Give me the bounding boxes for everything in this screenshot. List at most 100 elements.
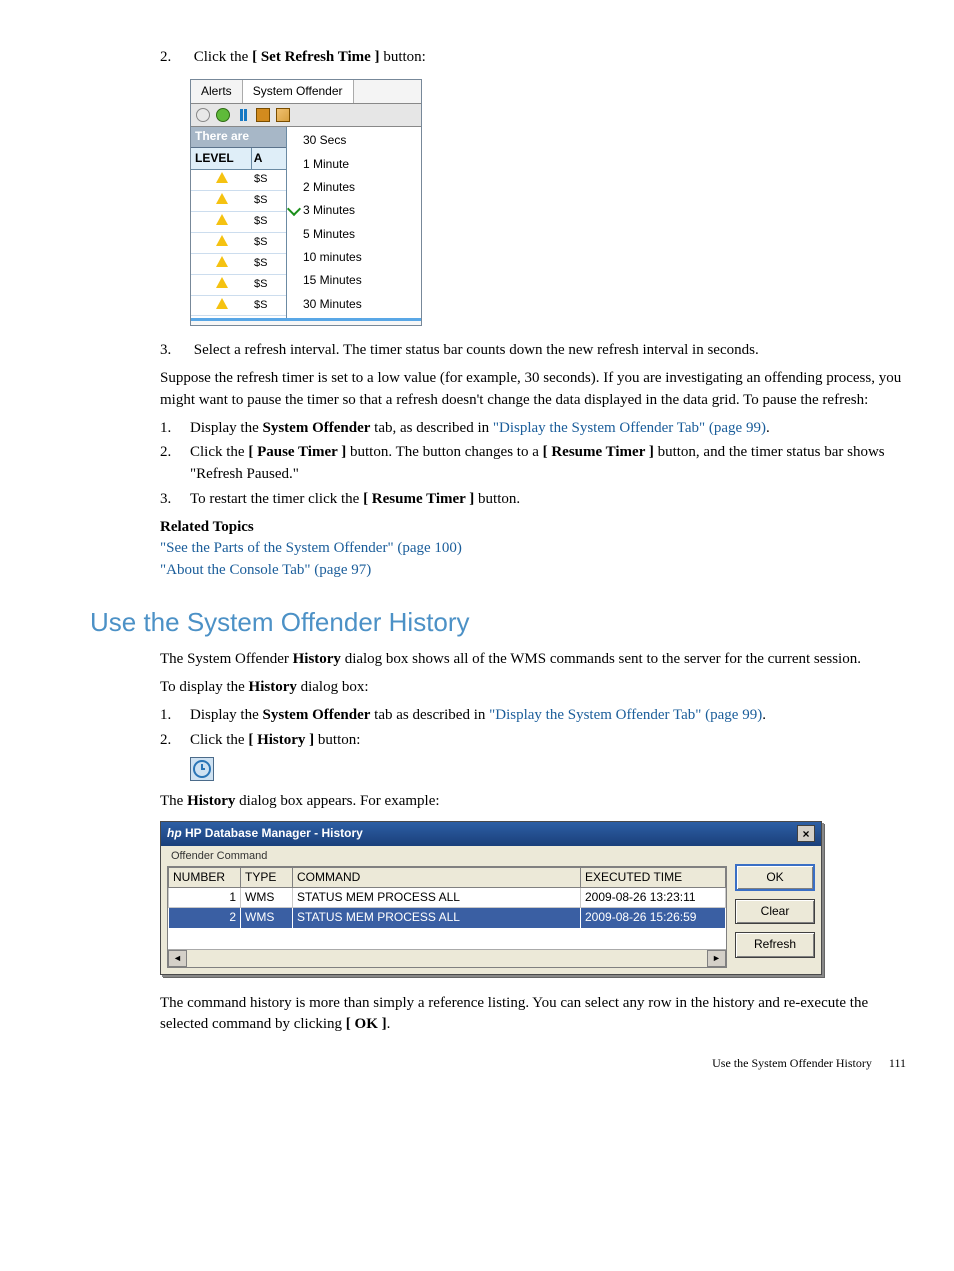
refresh-interval-option[interactable]: 15 Minutes [287,269,421,292]
link[interactable]: "Display the System Offender Tab" (page … [489,707,762,723]
text: button. The button changes to a [346,444,542,460]
cell-number: 2 [169,908,241,928]
paragraph: The System Offender History dialog box s… [160,649,906,671]
table-row[interactable]: 2WMSSTATUS MEM PROCESS ALL2009-08-26 15:… [169,908,726,928]
text: tab as described in [370,707,489,723]
timer-status-bar: There are [191,127,286,147]
text: tab, as described in [370,420,492,436]
bold: History [187,793,235,809]
bold: [ History ] [248,732,314,748]
step-item: 3.To restart the timer click the [ Resum… [90,489,906,511]
step-number: 2. [90,730,190,752]
refresh-interval-option[interactable]: 10 minutes [287,246,421,269]
scroll-left-icon[interactable]: ◄ [168,950,187,967]
refresh-interval-option[interactable]: 5 Minutes [287,223,421,246]
brush-icon[interactable] [275,107,291,123]
footer-text: Use the System Offender History [712,1056,872,1070]
warning-icon [216,298,228,309]
grid-row[interactable]: $S [191,275,286,296]
refresh-interval-option[interactable]: 30 Minutes [287,293,421,316]
close-icon[interactable]: × [797,825,815,842]
text: Click the [194,49,252,65]
step-number: 3. [90,489,190,511]
column-a: A [252,148,286,169]
horizontal-scrollbar[interactable]: ◄ ► [168,949,726,967]
paragraph: Suppose the refresh timer is set to a lo… [160,368,906,412]
grid-row[interactable]: $S [191,233,286,254]
step-number: 3. [90,340,190,362]
title-text: HP Database Manager - History [182,826,363,840]
step-body: Display the System Offender tab, as desc… [190,418,890,440]
step-number: 1. [90,418,190,440]
clear-button[interactable]: Clear [735,899,815,924]
cell-number: 1 [169,887,241,907]
paragraph: The command history is more than simply … [160,993,906,1037]
column-level: LEVEL [191,148,252,169]
refresh-interval-option[interactable]: 1 Minute [287,153,421,176]
cell-value: $S [254,191,286,211]
related-link[interactable]: "About the Console Tab" (page 97) [160,562,371,578]
ok-button[interactable]: OK [735,864,815,891]
history-icon[interactable] [195,107,211,123]
paragraph: To display the History dialog box: [160,677,906,699]
warning-icon [216,193,228,204]
grid-row[interactable]: $S [191,191,286,212]
text: The command history is more than simply … [160,995,868,1033]
text: Click the [190,444,248,460]
cell-type: WMS [241,908,293,928]
history-button-icon[interactable] [190,757,214,781]
warning-icon [216,172,228,183]
related-link[interactable]: "See the Parts of the System Offender" (… [160,540,462,556]
grid-left: There are LEVEL A $S$S$S$S$S$S$S [191,127,287,318]
tab-bar: Alerts System Offender [191,80,421,104]
text: dialog box shows all of the WMS commands… [341,651,861,667]
grid-row[interactable]: $S [191,212,286,233]
step-body: To restart the timer click the [ Resume … [190,489,890,511]
warning-icon [216,214,228,225]
bold: System Offender [263,420,371,436]
grid-row[interactable]: $S [191,254,286,275]
set-refresh-time-icon[interactable] [255,107,271,123]
history-grid: NUMBER TYPE COMMAND EXECUTED TIME 1WMSST… [167,866,727,968]
step-item: 1.Display the System Offender tab, as de… [90,418,906,440]
tab-alerts[interactable]: Alerts [191,80,243,103]
text: Display the [190,707,263,723]
button-ref: [ Set Refresh Time ] [252,49,379,65]
text: button: [314,732,360,748]
clock-icon [193,760,211,778]
grid-row[interactable]: $S [191,170,286,191]
col-number[interactable]: NUMBER [169,867,241,887]
refresh-icon[interactable] [215,107,231,123]
refresh-interval-option[interactable]: 2 Minutes [287,176,421,199]
grid-row[interactable]: $S [191,296,286,317]
step-item: 2.Click the [ History ] button: [90,730,906,752]
cell-value: $S [254,254,286,274]
text: button. [474,491,520,507]
text: dialog box: [297,679,369,695]
refresh-button[interactable]: Refresh [735,932,815,957]
related-heading: Related Topics [160,517,906,539]
bold: System Offender [263,707,371,723]
refresh-interval-option[interactable]: 30 Secs [287,129,421,152]
cell-time: 2009-08-26 13:23:11 [581,887,726,907]
step-body: Click the [ History ] button: [190,730,890,752]
section-title: Use the System Offender History [90,604,906,642]
bold: [ OK ] [346,1016,387,1032]
dialog-title: hp HP Database Manager - History [167,825,363,842]
step-number: 1. [90,705,190,727]
pause-icon[interactable] [235,107,251,123]
tab-system-offender[interactable]: System Offender [243,80,354,103]
toolbar [191,104,421,127]
text: . [762,707,766,723]
table-row[interactable]: 1WMSSTATUS MEM PROCESS ALL2009-08-26 13:… [169,887,726,907]
refresh-interval-option[interactable]: 3 Minutes [287,199,421,222]
col-command[interactable]: COMMAND [293,867,581,887]
dialog-titlebar: hp HP Database Manager - History × [161,822,821,845]
link[interactable]: "Display the System Offender Tab" (page … [493,420,766,436]
cell-value: $S [254,275,286,295]
col-type[interactable]: TYPE [241,867,293,887]
scroll-right-icon[interactable]: ► [707,950,726,967]
text: . [387,1016,391,1032]
col-executed-time[interactable]: EXECUTED TIME [581,867,726,887]
step-item: 3. Select a refresh interval. The timer … [90,340,906,362]
